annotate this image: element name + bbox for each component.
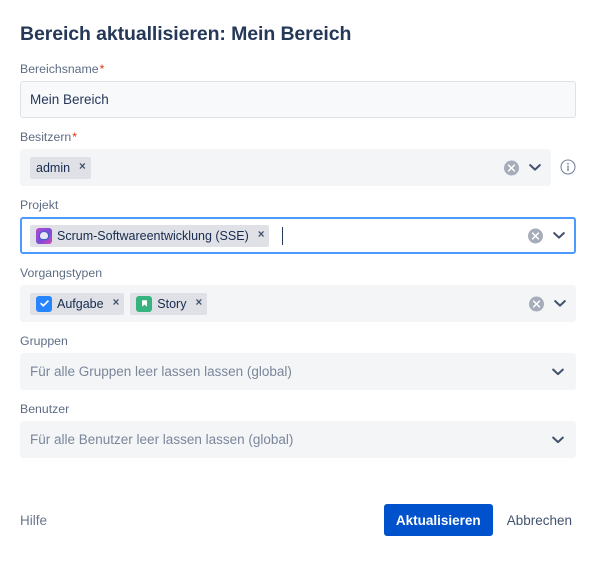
issue-type-chip-label: Aufgabe (57, 296, 104, 311)
label-besitzern: Besitzern* (20, 129, 576, 145)
project-avatar-icon (36, 227, 52, 244)
issue-types-field-actions (529, 296, 567, 312)
footer-actions: Aktualisieren Abbrechen (383, 504, 576, 536)
dialog-body: Bereichsname* Besitzern* admin × (0, 47, 596, 496)
owners-field-row: admin × (20, 149, 576, 187)
text-cursor (282, 226, 284, 245)
owners-select-field[interactable]: admin × (20, 149, 551, 187)
owners-field-actions (504, 160, 542, 176)
info-circle-icon[interactable] (560, 159, 576, 175)
owners-chip-admin[interactable]: admin × (30, 156, 91, 179)
clear-circle-icon[interactable] (504, 160, 519, 176)
remove-chip-icon[interactable]: × (258, 230, 265, 242)
required-asterisk-owners: * (72, 130, 78, 145)
required-asterisk-name: * (99, 62, 105, 77)
project-select-field[interactable]: Scrum-Softwareentwicklung (SSE) × (20, 217, 576, 255)
field-group-owners: Besitzern* admin × (20, 129, 576, 187)
chevron-down-icon[interactable] (552, 229, 566, 243)
remove-chip-icon[interactable]: × (195, 298, 202, 310)
story-bookmark-icon (136, 295, 153, 312)
label-bereichsname-text: Bereichsname (20, 62, 99, 77)
owners-chip-label: admin (36, 160, 71, 175)
groups-dropdown[interactable]: Für alle Gruppen leer lassen lassen (glo… (20, 353, 576, 391)
users-placeholder: Für alle Benutzer leer lassen lassen (gl… (30, 432, 294, 448)
cancel-button[interactable]: Abbrechen (503, 513, 576, 528)
project-chip-sse[interactable]: Scrum-Softwareentwicklung (SSE) × (30, 224, 270, 247)
chevron-down-icon[interactable] (551, 365, 565, 379)
project-field-actions (528, 228, 566, 244)
label-vorgangstypen: Vorgangstypen (20, 266, 103, 281)
field-group-groups: Gruppen Für alle Gruppen leer lassen las… (20, 333, 576, 391)
label-besitzern-text: Besitzern (20, 130, 72, 145)
clear-circle-icon[interactable] (529, 296, 544, 312)
task-check-icon (36, 295, 52, 312)
project-chip-label: Scrum-Softwareentwicklung (SSE) (57, 228, 249, 243)
issue-type-chip-aufgabe[interactable]: Aufgabe × (30, 292, 125, 315)
chevron-down-icon[interactable] (553, 297, 567, 311)
groups-placeholder: Für alle Gruppen leer lassen lassen (glo… (30, 364, 292, 380)
remove-chip-icon[interactable]: × (113, 298, 120, 310)
label-benutzer: Benutzer (20, 402, 70, 417)
page-title: Bereich aktuallisieren: Mein Bereich (20, 23, 352, 45)
help-link[interactable]: Hilfe (20, 513, 47, 528)
dialog-footer: Hilfe Aktualisieren Abbrechen (0, 496, 596, 564)
owners-chip-list: admin × (30, 156, 91, 179)
field-group-users: Benutzer Für alle Benutzer leer lassen l… (20, 401, 576, 459)
project-chip-list: Scrum-Softwareentwicklung (SSE) × (30, 224, 284, 247)
issue-type-chip-label: Story (157, 296, 187, 311)
users-dropdown[interactable]: Für alle Benutzer leer lassen lassen (gl… (20, 421, 576, 459)
remove-chip-icon[interactable]: × (79, 162, 86, 174)
field-group-name: Bereichsname* (20, 61, 576, 119)
issue-type-chip-story[interactable]: Story × (130, 292, 208, 315)
issue-types-select-field[interactable]: Aufgabe × Story × (20, 285, 576, 323)
bereichsname-input[interactable] (20, 81, 576, 119)
clear-circle-icon[interactable] (528, 228, 543, 244)
update-area-dialog: Bereich aktuallisieren: Mein Bereich Ber… (0, 0, 596, 564)
label-bereichsname: Bereichsname* (20, 61, 576, 77)
issue-types-chip-list: Aufgabe × Story × (30, 292, 208, 315)
field-group-project: Projekt Scrum-Softwareentwicklung (SSE) … (20, 197, 576, 255)
field-group-issue-types: Vorgangstypen Aufgabe × Story × (20, 265, 576, 323)
chevron-down-icon[interactable] (528, 161, 542, 175)
chevron-down-icon[interactable] (551, 433, 565, 447)
update-button[interactable]: Aktualisieren (383, 504, 493, 536)
dialog-header: Bereich aktuallisieren: Mein Bereich (0, 0, 596, 47)
label-projekt: Projekt (20, 198, 59, 213)
label-gruppen: Gruppen (20, 334, 68, 349)
